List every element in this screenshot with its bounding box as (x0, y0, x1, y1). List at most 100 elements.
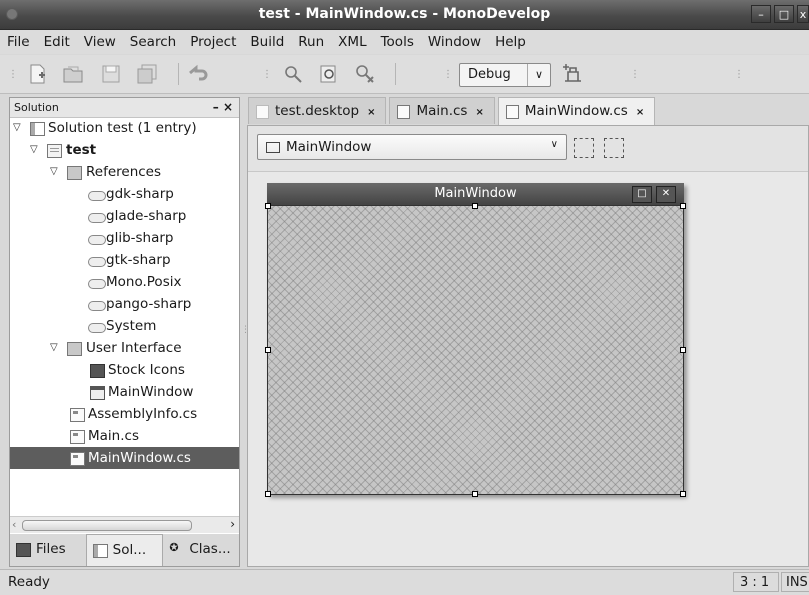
cs-file-icon (70, 408, 85, 422)
menu-help[interactable]: Help (488, 34, 533, 50)
scroll-right-icon[interactable]: › (230, 517, 235, 531)
window-controls: – □ x (751, 5, 809, 23)
project-icon (47, 144, 62, 158)
toolbar-grip-icon[interactable]: ⋮ (8, 69, 18, 80)
main-toolbar: ⋮ ⋮ ⋮ Debug ∨ ⋮ ⋮ (0, 55, 809, 94)
open-folder-icon[interactable] (62, 63, 84, 85)
tree-item-file[interactable]: AssemblyInfo.cs (10, 403, 239, 425)
close-tab-icon[interactable]: × (636, 107, 644, 118)
menu-run[interactable]: Run (291, 34, 331, 50)
menu-edit[interactable]: Edit (37, 34, 77, 50)
resize-handle[interactable] (265, 347, 271, 353)
search-icon[interactable] (282, 63, 304, 85)
menu-file[interactable]: File (0, 34, 37, 50)
expander-open-icon[interactable]: ▽ (50, 337, 58, 359)
solution-icon (92, 544, 108, 558)
tab-files[interactable]: Files (10, 534, 86, 566)
tab-mainwindow-cs[interactable]: MainWindow.cs × (497, 97, 656, 126)
toolbar-grip-icon[interactable]: ⋮ (734, 69, 744, 80)
toolbar-grip-icon[interactable]: ⋮ (443, 69, 453, 80)
tree-item-solution[interactable]: ▽ Solution test (1 entry) (10, 117, 239, 139)
scrollbar-thumb[interactable] (22, 520, 192, 531)
folder-icon (67, 342, 82, 356)
tree-item-reference[interactable]: glib-sharp (10, 227, 239, 249)
tree-item-reference[interactable]: Mono.Posix (10, 271, 239, 293)
tree-item-file[interactable]: Main.cs (10, 425, 239, 447)
expander-open-icon[interactable]: ▽ (50, 161, 58, 183)
tree-item-mainwindow-design[interactable]: MainWindow (10, 381, 239, 403)
tree-item-reference[interactable]: gdk-sharp (10, 183, 239, 205)
close-tab-icon[interactable]: × (367, 107, 375, 118)
reference-icon (88, 323, 106, 333)
toolbar-grip-icon[interactable]: ⋮ (630, 69, 640, 80)
toolbar-separator (395, 63, 396, 85)
window-icon (90, 386, 105, 400)
design-window-titlebar: MainWindow □ ✕ (267, 183, 684, 205)
menu-window[interactable]: Window (421, 34, 488, 50)
menu-xml[interactable]: XML (331, 34, 373, 50)
tree-item-reference[interactable]: glade-sharp (10, 205, 239, 227)
resize-handle[interactable] (680, 347, 686, 353)
tab-main-cs[interactable]: Main.cs × (389, 97, 495, 124)
files-icon (16, 543, 31, 557)
cs-file-icon (505, 105, 519, 119)
find-replace-icon[interactable] (318, 63, 340, 85)
solution-pad: Solution – × ▽ Solution test (1 entry) ▽… (9, 97, 240, 567)
widget-select-value: MainWindow (286, 139, 372, 155)
pad-close-button[interactable]: – × (213, 100, 233, 114)
tree-item-reference[interactable]: System (10, 315, 239, 337)
close-tab-icon[interactable]: × (475, 107, 483, 118)
resize-handle[interactable] (265, 203, 271, 209)
tree-item-reference[interactable]: gtk-sharp (10, 249, 239, 271)
resize-handle[interactable] (472, 203, 478, 209)
menu-tools[interactable]: Tools (374, 34, 421, 50)
pad-tabs: Files Sol... ✪ Clas... (10, 534, 239, 566)
design-window[interactable]: MainWindow □ ✕ (265, 183, 686, 497)
maximize-button[interactable]: □ (774, 5, 794, 23)
menu-bar: File Edit View Search Project Build Run … (0, 30, 809, 54)
tree-item-project[interactable]: ▽ test (10, 139, 239, 161)
toolbar-separator (178, 63, 179, 85)
menu-build[interactable]: Build (243, 34, 291, 50)
design-canvas[interactable] (267, 205, 684, 495)
tab-classes[interactable]: ✪ Clas... (163, 534, 239, 566)
tab-test-desktop[interactable]: test.desktop × (248, 97, 387, 124)
undo-icon[interactable] (186, 63, 208, 85)
designer-toolbar: MainWindow ∨ (248, 126, 808, 172)
stock-icons-icon (90, 364, 105, 378)
cs-file-icon (70, 430, 85, 444)
minimize-button[interactable]: – (751, 5, 771, 23)
show-container-icon[interactable] (604, 138, 624, 158)
save-all-icon[interactable] (136, 63, 158, 85)
build-icon[interactable] (562, 63, 584, 85)
resize-handle[interactable] (472, 491, 478, 497)
pad-title: Solution (14, 101, 59, 114)
horizontal-scrollbar[interactable]: ‹ › (10, 516, 239, 533)
scroll-left-icon[interactable]: ‹ (12, 518, 16, 531)
clear-search-icon[interactable] (354, 63, 376, 85)
resize-handle[interactable] (680, 203, 686, 209)
save-icon[interactable] (100, 63, 122, 85)
tree-item-stock-icons[interactable]: Stock Icons (10, 359, 239, 381)
expander-open-icon[interactable]: ▽ (13, 117, 21, 139)
tree-item-label: AssemblyInfo.cs (88, 406, 198, 422)
new-file-icon[interactable] (26, 63, 48, 85)
build-configuration-select[interactable]: Debug ∨ (459, 63, 551, 87)
resize-handle[interactable] (265, 491, 271, 497)
tree-item-references[interactable]: ▽ References (10, 161, 239, 183)
menu-project[interactable]: Project (183, 34, 243, 50)
tree-item-reference[interactable]: pango-sharp (10, 293, 239, 315)
menu-search[interactable]: Search (123, 34, 183, 50)
show-widget-icon[interactable] (574, 138, 594, 158)
tab-solution[interactable]: Sol... (85, 534, 164, 566)
expander-open-icon[interactable]: ▽ (30, 139, 38, 161)
reference-icon (88, 279, 106, 289)
close-window-button[interactable]: x (797, 5, 809, 23)
toolbar-grip-icon[interactable]: ⋮ (262, 69, 272, 80)
tree-item-user-interface[interactable]: ▽ User Interface (10, 337, 239, 359)
widget-select[interactable]: MainWindow ∨ (257, 134, 567, 160)
tree-item-file-selected[interactable]: MainWindow.cs (10, 447, 239, 469)
resize-handle[interactable] (680, 491, 686, 497)
tree-item-label: gdk-sharp (106, 186, 174, 202)
menu-view[interactable]: View (77, 34, 123, 50)
